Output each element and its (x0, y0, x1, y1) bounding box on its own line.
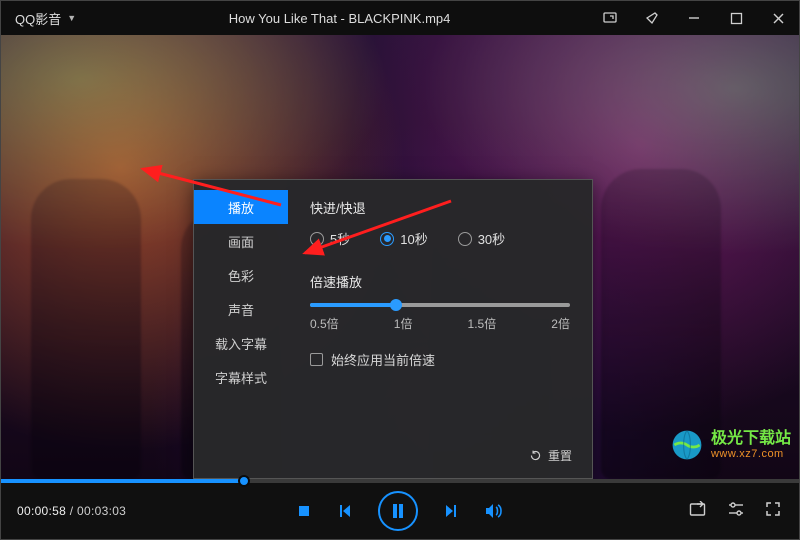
radio-icon (310, 232, 324, 246)
refresh-icon (529, 449, 542, 462)
next-button[interactable] (442, 502, 460, 520)
close-button[interactable] (757, 1, 799, 35)
compact-mode-button[interactable] (589, 1, 631, 35)
speed-label: 1.5倍 (468, 315, 497, 332)
next-icon (442, 502, 460, 520)
pause-icon (391, 503, 405, 519)
tab-picture[interactable]: 画面 (194, 224, 288, 258)
play-ring (378, 491, 418, 531)
window-controls (589, 1, 799, 35)
maximize-icon (730, 12, 743, 25)
tab-playback[interactable]: 播放 (194, 190, 288, 224)
seek-step-options: 5秒 10秒 30秒 (310, 229, 570, 248)
tab-subtitle-style[interactable]: 字幕样式 (194, 360, 288, 394)
maximize-button[interactable] (715, 1, 757, 35)
brand-label: QQ影音 (15, 9, 61, 28)
video-area[interactable]: 播放 画面 色彩 声音 载入字幕 字幕样式 快进/快退 5秒 10秒 (1, 35, 799, 479)
volume-icon (484, 502, 504, 520)
speed-slider-labels: 0.5倍 1倍 1.5倍 2倍 (310, 315, 570, 332)
minimize-button[interactable] (673, 1, 715, 35)
settings-tabs: 播放 画面 色彩 声音 载入字幕 字幕样式 (194, 180, 288, 478)
compact-mode-icon (602, 10, 618, 26)
reset-label: 重置 (548, 447, 572, 464)
brand-menu[interactable]: QQ影音 ▼ (1, 9, 90, 28)
fullscreen-icon (765, 501, 781, 517)
radio-icon (380, 232, 394, 246)
open-file-icon (689, 501, 707, 517)
settings-panel: 播放 画面 色彩 声音 载入字幕 字幕样式 快进/快退 5秒 10秒 (193, 179, 593, 479)
sliders-icon (727, 501, 745, 517)
radio-icon (458, 232, 472, 246)
always-apply-speed-label: 始终应用当前倍速 (331, 350, 435, 369)
slider-fill (310, 303, 396, 307)
seek-option-label: 5秒 (330, 229, 350, 248)
checkbox-icon (310, 353, 323, 366)
tab-audio[interactable]: 声音 (194, 292, 288, 326)
control-bar: 00:00:58 / 00:03:03 (1, 479, 799, 539)
slider-track (310, 303, 570, 307)
window-title: How You Like That - BLACKPINK.mp4 (90, 11, 589, 26)
time-total: 00:03:03 (77, 504, 126, 518)
right-controls (689, 501, 799, 522)
time-separator: / (70, 504, 77, 518)
seek-option-label: 10秒 (400, 229, 427, 248)
app-window: QQ影音 ▼ How You Like That - BLACKPINK.mp4 (0, 0, 800, 540)
tab-load-subtitle[interactable]: 载入字幕 (194, 326, 288, 360)
fullscreen-button[interactable] (765, 501, 781, 522)
stop-button[interactable] (296, 503, 312, 519)
time-current: 00:00:58 (17, 504, 66, 518)
adjust-button[interactable] (727, 501, 745, 522)
settings-body: 快进/快退 5秒 10秒 30秒 倍速播放 (288, 180, 592, 478)
play-pause-button[interactable] (378, 491, 418, 531)
seek-option-5s[interactable]: 5秒 (310, 229, 350, 248)
speed-slider[interactable] (310, 303, 570, 307)
seek-option-label: 30秒 (478, 229, 505, 248)
previous-icon (336, 502, 354, 520)
seek-option-30s[interactable]: 30秒 (458, 229, 505, 248)
minimize-icon (687, 11, 701, 25)
pin-icon (644, 10, 660, 26)
open-file-button[interactable] (689, 501, 707, 522)
always-apply-speed-checkbox[interactable]: 始终应用当前倍速 (310, 350, 570, 369)
pin-button[interactable] (631, 1, 673, 35)
chevron-down-icon: ▼ (67, 13, 76, 23)
close-icon (772, 12, 785, 25)
seek-option-10s[interactable]: 10秒 (380, 229, 427, 248)
speed-title: 倍速播放 (310, 272, 570, 291)
speed-label: 2倍 (551, 315, 570, 332)
tab-color[interactable]: 色彩 (194, 258, 288, 292)
stop-icon (296, 503, 312, 519)
speed-label: 1倍 (394, 315, 413, 332)
titlebar: QQ影音 ▼ How You Like That - BLACKPINK.mp4 (1, 1, 799, 35)
slider-thumb[interactable] (390, 299, 402, 311)
speed-label: 0.5倍 (310, 315, 339, 332)
previous-button[interactable] (336, 502, 354, 520)
seek-step-title: 快进/快退 (310, 198, 570, 217)
reset-button[interactable]: 重置 (529, 447, 572, 464)
volume-button[interactable] (484, 502, 504, 520)
playback-controls (296, 491, 504, 531)
time-display: 00:00:58 / 00:03:03 (1, 504, 142, 518)
